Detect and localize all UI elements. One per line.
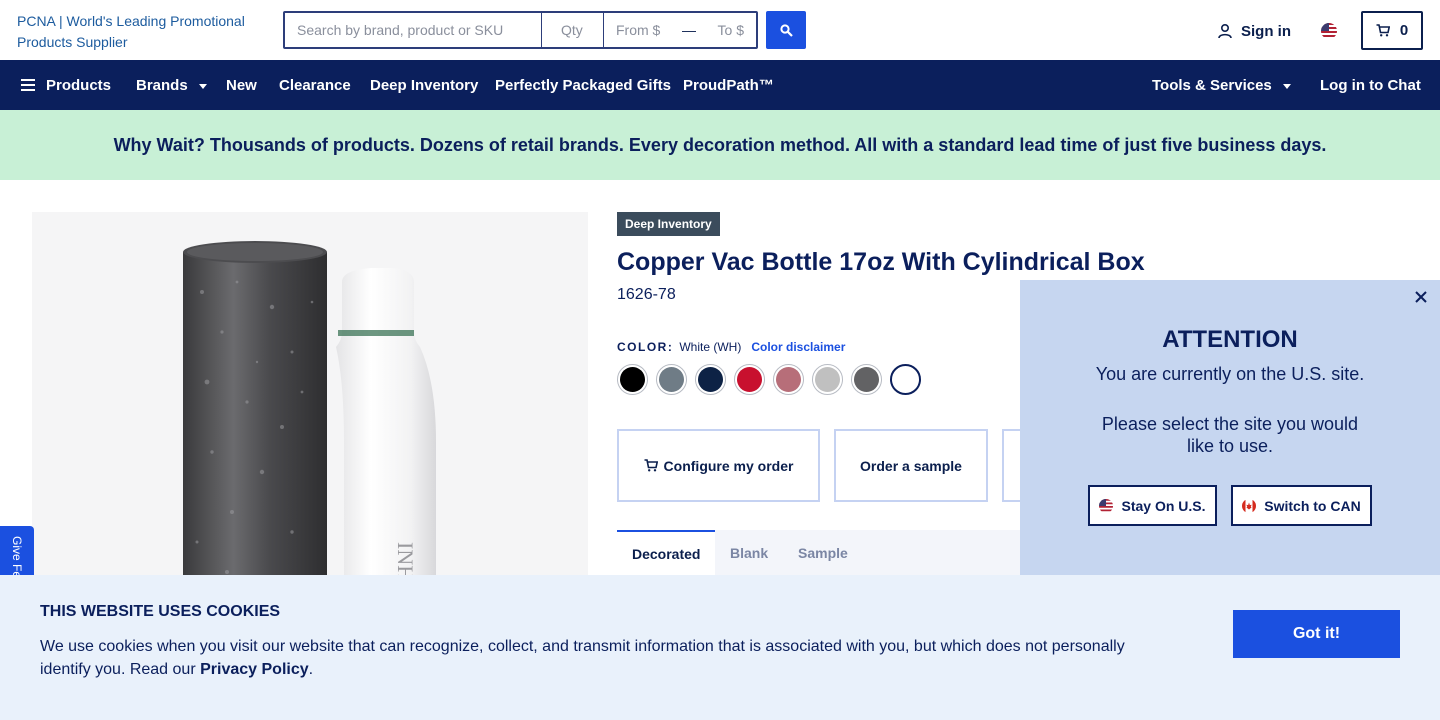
deep-inventory-badge: Deep Inventory xyxy=(617,212,720,236)
chevron-down-icon xyxy=(198,84,207,89)
nav-proudpath[interactable]: ProudPath™ xyxy=(683,60,774,110)
color-swatch[interactable] xyxy=(656,364,687,395)
switch-to-can-button[interactable]: Switch to CAN xyxy=(1231,485,1372,526)
site-selector-modal: ATTENTION You are currently on the U.S. … xyxy=(1020,280,1440,576)
color-swatch[interactable] xyxy=(890,364,921,395)
search-icon xyxy=(779,23,793,37)
close-icon[interactable] xyxy=(1412,288,1430,306)
sign-in-link[interactable]: Sign in xyxy=(1217,20,1291,42)
tab-sample[interactable]: Sample xyxy=(798,530,848,575)
search-input[interactable]: Search by brand, product or SKU xyxy=(285,13,542,47)
modal-select-site-text: Please select the site you would like to… xyxy=(1101,414,1359,456)
nav-new[interactable]: New xyxy=(226,60,257,110)
cookie-period: . xyxy=(308,661,314,678)
color-swatch-fill xyxy=(659,367,684,392)
privacy-policy-link[interactable]: Privacy Policy xyxy=(200,661,309,678)
nav-brands-label: Brands xyxy=(136,76,188,94)
cart-button[interactable]: 0 xyxy=(1361,11,1423,50)
nav-tools-label: Tools & Services xyxy=(1152,76,1272,94)
product-photo: INHA EXHA xyxy=(183,241,436,612)
switch-to-can-label: Switch to CAN xyxy=(1264,497,1361,514)
site-logo[interactable]: PCNA | World's Leading Promotional Produ… xyxy=(17,11,277,53)
logo-alt-text: PCNA | World's Leading Promotional Produ… xyxy=(17,13,245,50)
color-selector-label: COLOR: White (WH) Color disclaimer xyxy=(617,340,845,354)
product-sku: 1626-78 xyxy=(617,286,676,303)
cart-icon xyxy=(644,459,658,472)
user-icon xyxy=(1218,23,1232,39)
chevron-down-icon xyxy=(1282,84,1291,89)
price-from-input[interactable]: From $ xyxy=(616,22,660,38)
color-swatch[interactable] xyxy=(617,364,648,395)
nav-perfectly-packaged-gifts[interactable]: Perfectly Packaged Gifts xyxy=(495,60,671,110)
color-swatch[interactable] xyxy=(851,364,882,395)
price-range: From $ — To $ xyxy=(604,13,756,47)
color-swatch[interactable] xyxy=(734,364,765,395)
color-disclaimer-link[interactable]: Color disclaimer xyxy=(751,340,845,354)
color-swatch-fill xyxy=(815,367,840,392)
color-swatch[interactable] xyxy=(773,364,804,395)
configure-order-button[interactable]: Configure my order xyxy=(617,429,820,502)
order-sample-label: Order a sample xyxy=(860,457,962,474)
nav-products[interactable]: Products xyxy=(21,60,111,110)
color-swatch-fill xyxy=(854,367,879,392)
cart-icon xyxy=(1376,24,1390,37)
color-swatch[interactable] xyxy=(695,364,726,395)
us-flag-icon xyxy=(1099,498,1114,513)
order-sample-button[interactable]: Order a sample xyxy=(834,429,988,502)
stay-on-us-label: Stay On U.S. xyxy=(1121,497,1206,514)
modal-current-site-text: You are currently on the U.S. site. xyxy=(1095,364,1365,384)
cart-count: 0 xyxy=(1399,22,1409,39)
promo-banner: Why Wait? Thousands of products. Dozens … xyxy=(0,110,1440,180)
cookie-accept-button[interactable]: Got it! xyxy=(1233,610,1400,658)
canada-flag-icon xyxy=(1242,498,1257,513)
color-swatch-fill xyxy=(776,367,801,392)
nav-clearance[interactable]: Clearance xyxy=(279,60,351,110)
price-to-input[interactable]: To $ xyxy=(718,22,744,38)
promo-banner-text: Why Wait? Thousands of products. Dozens … xyxy=(113,134,1327,155)
nav-products-label: Products xyxy=(46,76,112,94)
search-group: Search by brand, product or SKU Qty From… xyxy=(283,11,758,49)
qty-input[interactable]: Qty xyxy=(542,13,604,47)
top-header: PCNA | World's Leading Promotional Produ… xyxy=(0,0,1440,60)
product-image[interactable]: INHA EXHA xyxy=(32,212,588,612)
color-swatch-fill xyxy=(893,367,918,392)
color-swatch[interactable] xyxy=(812,364,843,395)
menu-icon xyxy=(21,79,35,91)
color-label: COLOR: xyxy=(617,340,674,354)
stay-on-us-button[interactable]: Stay On U.S. xyxy=(1088,485,1217,526)
search-button[interactable] xyxy=(766,11,806,49)
pricing-tabs: Decorated Blank Sample xyxy=(617,530,1037,575)
main-nav: Products Brands New Clearance Deep Inven… xyxy=(0,60,1440,110)
cookie-banner: THIS WEBSITE USES COOKIES We use cookies… xyxy=(0,575,1440,720)
nav-deep-inventory[interactable]: Deep Inventory xyxy=(370,60,478,110)
modal-title: ATTENTION xyxy=(1162,326,1298,353)
color-swatches xyxy=(617,364,921,395)
cookie-text: We use cookies when you visit our websit… xyxy=(40,635,1150,681)
sign-in-label: Sign in xyxy=(1241,22,1291,40)
nav-tools-services[interactable]: Tools & Services xyxy=(1152,60,1291,110)
tab-blank[interactable]: Blank xyxy=(730,530,768,575)
color-swatch-fill xyxy=(620,367,645,392)
log-in-to-chat-link[interactable]: Log in to Chat xyxy=(1320,60,1421,110)
cookie-title: THIS WEBSITE USES COOKIES xyxy=(40,603,281,620)
nav-brands[interactable]: Brands xyxy=(136,60,207,110)
price-range-dash: — xyxy=(681,22,696,38)
us-flag-icon[interactable] xyxy=(1321,23,1337,39)
tab-decorated[interactable]: Decorated xyxy=(617,530,716,575)
product-title: Copper Vac Bottle 17oz With Cylindrical … xyxy=(617,248,1145,276)
color-swatch-fill xyxy=(698,367,723,392)
color-value: White (WH) xyxy=(679,340,742,354)
color-swatch-fill xyxy=(737,367,762,392)
configure-order-label: Configure my order xyxy=(663,457,794,474)
